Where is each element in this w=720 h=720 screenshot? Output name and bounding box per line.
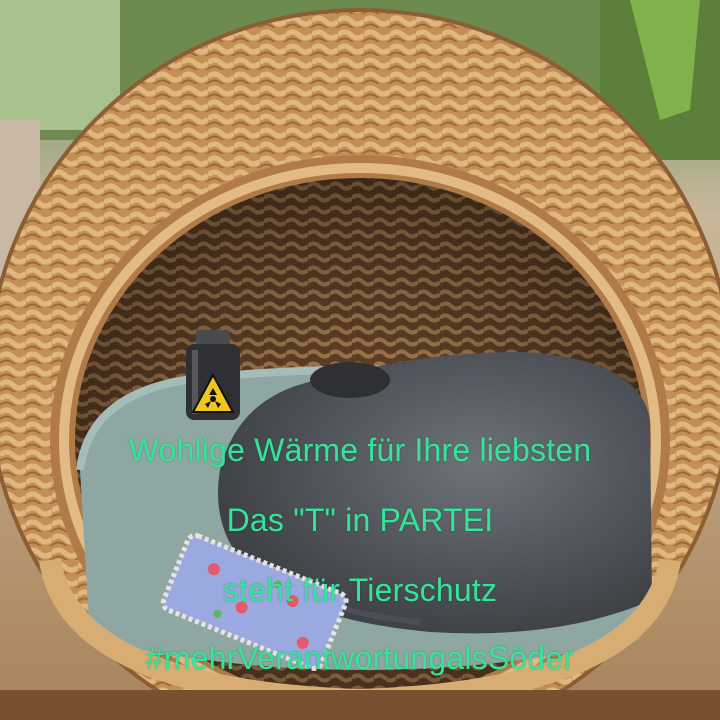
cat-in-wicker-basket-photo xyxy=(0,0,720,720)
caption-line-2: Das "T" in PARTEI xyxy=(226,502,494,538)
caption-line-3: steht für Tierschutz xyxy=(222,572,498,608)
caption-line-1: Wohlige Wärme für Ihre liebsten xyxy=(128,432,592,468)
caption-hashtag: #mehrVerantwortungalsSöder xyxy=(145,640,575,676)
photo-scene: Wohlige Wärme für Ihre liebsten Das "T" … xyxy=(0,0,720,720)
